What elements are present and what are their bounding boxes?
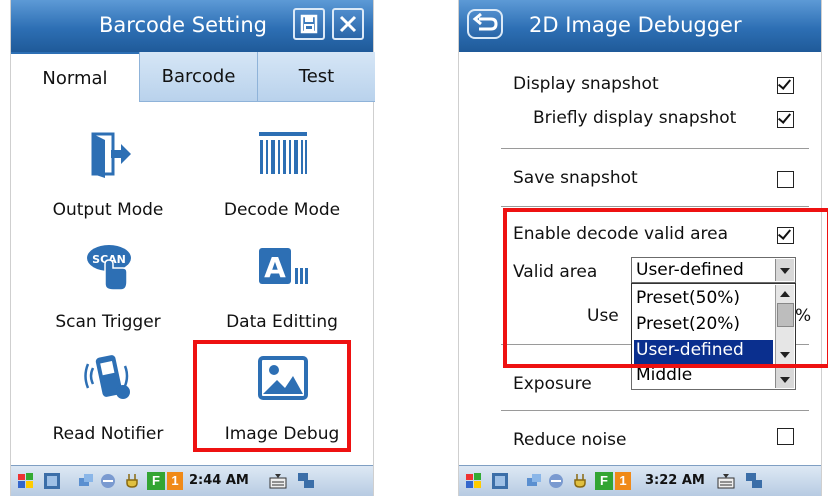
title-bar: 2D Image Debugger xyxy=(459,0,821,52)
window-title: 2D Image Debugger xyxy=(529,13,742,37)
scan-trigger-item[interactable]: SCAN Scan Trigger xyxy=(23,234,193,346)
briefly-display-row[interactable]: Briefly display snapshot xyxy=(459,96,821,140)
data-editing-icon: A xyxy=(259,248,308,284)
exposure-select[interactable]: Middle xyxy=(631,365,796,390)
phone-vibrate-icon xyxy=(84,355,130,399)
reduce-noise-checkbox[interactable] xyxy=(777,428,794,445)
output-mode-icon xyxy=(91,132,131,178)
save-snapshot-row[interactable]: Save snapshot xyxy=(459,156,821,200)
notification-badge[interactable]: 1 xyxy=(167,472,183,490)
task-switch-icon[interactable] xyxy=(745,472,763,490)
sync-icon[interactable] xyxy=(99,472,117,490)
f-status-icon[interactable]: F xyxy=(147,472,165,490)
divider xyxy=(501,206,809,207)
close-button[interactable] xyxy=(332,8,364,40)
image-debugger-screen: 2D Image Debugger Display snapshot Brief… xyxy=(458,0,828,496)
briefly-display-checkbox[interactable] xyxy=(777,111,794,128)
reduce-noise-label: Reduce noise xyxy=(513,430,627,450)
divider xyxy=(501,148,809,149)
taskbar: F 1 2:44 AM xyxy=(11,465,373,496)
windows-start-icon[interactable] xyxy=(17,472,35,490)
window-title: Barcode Setting xyxy=(99,13,267,37)
keyboard-icon[interactable] xyxy=(717,472,735,490)
display-snapshot-checkbox[interactable] xyxy=(777,77,794,94)
barcode-icon xyxy=(259,132,307,174)
read-notifier-label: Read Notifier xyxy=(52,424,164,444)
f-status-icon[interactable]: F xyxy=(595,472,613,490)
tab-normal[interactable]: Normal xyxy=(11,52,139,102)
tab-barcode[interactable]: Barcode xyxy=(139,52,257,102)
save-snapshot-checkbox[interactable] xyxy=(777,171,794,188)
network-icon[interactable] xyxy=(525,472,543,490)
scan-trigger-label: Scan Trigger xyxy=(55,312,161,332)
taskbar: F 1 3:22 AM xyxy=(459,465,821,496)
keyboard-icon[interactable] xyxy=(269,472,287,490)
display-snapshot-label: Display snapshot xyxy=(513,74,659,94)
notification-badge[interactable]: 1 xyxy=(615,472,631,490)
sync-icon[interactable] xyxy=(547,472,565,490)
briefly-display-label: Briefly display snapshot xyxy=(533,108,737,128)
reduce-noise-row[interactable]: Reduce noise xyxy=(459,418,821,462)
highlight-box xyxy=(193,340,351,452)
power-plug-icon[interactable] xyxy=(573,472,591,490)
save-icon xyxy=(300,14,318,34)
decode-mode-item[interactable]: Decode Mode xyxy=(197,122,367,234)
scan-trigger-icon: SCAN xyxy=(87,245,131,291)
save-button[interactable] xyxy=(293,8,325,40)
network-icon[interactable] xyxy=(77,472,95,490)
read-notifier-item[interactable]: Read Notifier xyxy=(23,346,193,458)
title-bar: Barcode Setting xyxy=(11,0,373,52)
divider xyxy=(501,410,809,411)
windows-start-icon[interactable] xyxy=(465,472,483,490)
back-button[interactable] xyxy=(467,9,503,39)
clock[interactable]: 3:22 AM xyxy=(645,473,705,488)
power-plug-icon[interactable] xyxy=(125,472,143,490)
highlight-box xyxy=(503,208,828,368)
tab-test[interactable]: Test xyxy=(257,52,375,102)
decode-mode-label: Decode Mode xyxy=(223,200,341,220)
keyboard-panel-icon[interactable] xyxy=(491,472,509,490)
barcode-setting-screen: Barcode Setting Normal Barcode Test Outp… xyxy=(10,0,375,496)
data-editing-label: Data Editting xyxy=(226,312,338,332)
exposure-value: Middle xyxy=(636,365,693,385)
keyboard-panel-icon[interactable] xyxy=(43,472,61,490)
tab-strip: Normal Barcode Test xyxy=(11,52,375,102)
data-editing-item[interactable]: A Data Editting xyxy=(197,234,367,346)
task-switch-icon[interactable] xyxy=(297,472,315,490)
output-mode-item[interactable]: Output Mode xyxy=(23,122,193,234)
output-mode-label: Output Mode xyxy=(52,200,164,220)
exposure-label: Exposure xyxy=(513,374,592,394)
save-snapshot-label: Save snapshot xyxy=(513,168,638,188)
back-icon xyxy=(472,12,498,31)
clock[interactable]: 2:44 AM xyxy=(189,473,249,488)
close-icon xyxy=(339,15,357,33)
chevron-down-icon[interactable] xyxy=(775,368,794,388)
svg-text:A: A xyxy=(264,251,286,284)
